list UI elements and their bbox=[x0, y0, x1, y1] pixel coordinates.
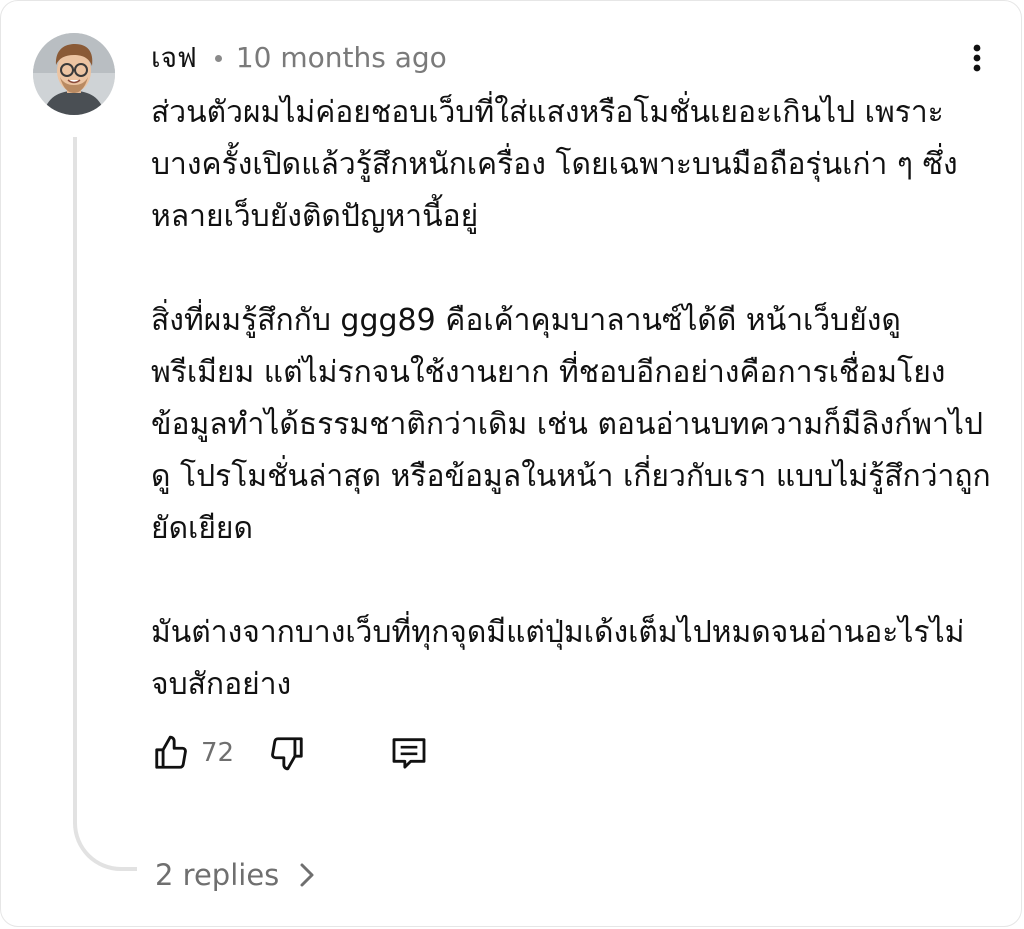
thread-connector-line bbox=[73, 137, 137, 871]
comment-paragraph: มันต่างจากบางเว็บที่ทุกจุดมีแต่ปุ่มเด้งเ… bbox=[151, 615, 965, 702]
chevron-right-icon bbox=[299, 862, 315, 888]
more-vertical-icon bbox=[973, 44, 981, 72]
comment-actions: 72 bbox=[151, 731, 471, 775]
separator-dot bbox=[214, 54, 222, 62]
like-button[interactable] bbox=[151, 731, 191, 775]
comment-header: เจฟ 10 months ago bbox=[151, 39, 447, 77]
avatar-image bbox=[33, 33, 115, 115]
reply-button[interactable] bbox=[389, 731, 429, 775]
view-replies-button[interactable]: 2 replies bbox=[155, 853, 315, 897]
dislike-button[interactable] bbox=[267, 731, 307, 775]
timestamp[interactable]: 10 months ago bbox=[236, 39, 447, 77]
comment-text: ส่วนตัวผมไม่ค่อยชอบเว็บที่ใส่แสงหรือโมชั… bbox=[151, 87, 991, 711]
like-count: 72 bbox=[201, 738, 235, 768]
thumbs-down-icon bbox=[271, 737, 303, 771]
more-options-button[interactable] bbox=[961, 41, 993, 75]
avatar[interactable] bbox=[33, 33, 115, 115]
replies-label: 2 replies bbox=[155, 858, 280, 892]
author-name[interactable]: เจฟ bbox=[151, 39, 197, 77]
comment-card: เจฟ 10 months ago ส่วนตัวผมไม่ค่อยชอบเว็… bbox=[0, 0, 1022, 927]
comment-paragraph: สิ่งที่ผมรู้สึกกับ ggg89 คือเค้าคุมบาลาน… bbox=[151, 303, 991, 546]
comment-paragraph: ส่วนตัวผมไม่ค่อยชอบเว็บที่ใส่แสงหรือโมชั… bbox=[151, 95, 958, 234]
comment-reply-icon bbox=[392, 738, 426, 769]
thumbs-up-icon bbox=[155, 735, 187, 769]
